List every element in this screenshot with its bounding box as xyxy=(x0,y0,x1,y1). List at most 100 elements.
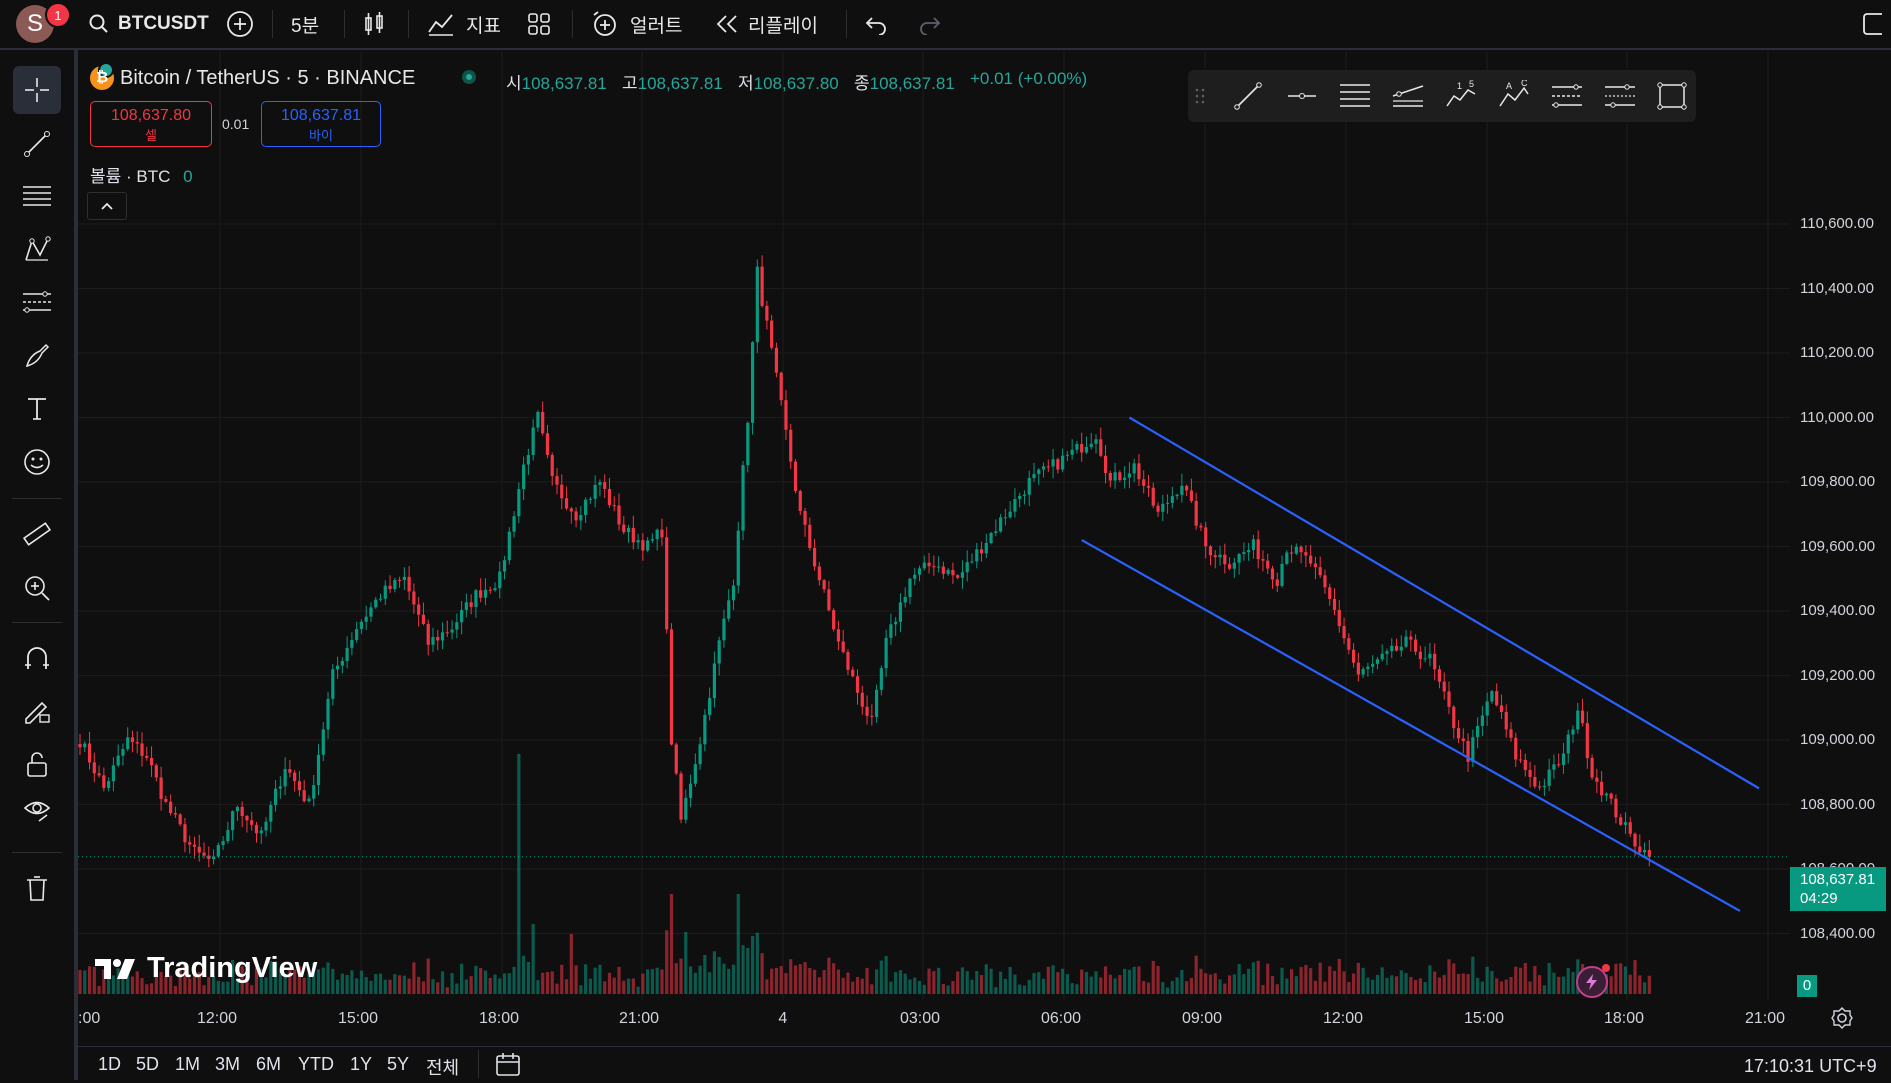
price-chart[interactable] xyxy=(78,52,1790,1000)
fav-fib-retracement[interactable] xyxy=(1335,76,1375,116)
drag-handle[interactable] xyxy=(1190,76,1210,116)
range-button-1d[interactable]: 1D xyxy=(98,1054,121,1075)
channel-lower-line[interactable] xyxy=(1081,539,1741,912)
collapse-legend-button[interactable] xyxy=(87,192,127,220)
candle-body xyxy=(1442,681,1446,692)
fib-tool[interactable] xyxy=(13,172,61,220)
volume-bar xyxy=(717,956,721,994)
price-scale[interactable] xyxy=(1790,52,1891,1000)
candle-body xyxy=(817,566,821,581)
candle-body xyxy=(1428,653,1432,659)
candle-body xyxy=(412,591,416,605)
interval-button[interactable]: 5분 xyxy=(291,0,319,48)
chart-settings-button[interactable] xyxy=(1830,1006,1854,1035)
crosshair-icon xyxy=(25,78,49,102)
fast-alert-button[interactable] xyxy=(1576,964,1610,998)
market-status-icon[interactable] xyxy=(462,70,476,84)
volume-bar xyxy=(1380,967,1384,994)
candle-body xyxy=(798,491,802,511)
candle-body xyxy=(841,641,845,652)
volume-bar xyxy=(584,964,588,994)
plus-circle-icon xyxy=(227,11,253,37)
fav-abcd-pattern[interactable]: AC xyxy=(1494,76,1534,116)
trendline-tool[interactable] xyxy=(13,120,61,168)
volume-bar xyxy=(1518,967,1523,994)
notification-badge: 1 xyxy=(45,2,71,28)
candle-body xyxy=(507,531,511,561)
volume-bar xyxy=(1046,966,1050,994)
brush-tool[interactable] xyxy=(13,332,61,380)
fav-trendline[interactable] xyxy=(1228,76,1268,116)
fav-horizontal-ray[interactable] xyxy=(1282,76,1322,116)
fav-projection[interactable] xyxy=(1547,76,1587,116)
candle-body xyxy=(1156,505,1160,512)
ohlc-high: 고108,637.81 xyxy=(622,74,723,93)
channel-upper-line[interactable] xyxy=(1128,416,1760,790)
candle-body xyxy=(789,429,793,462)
candle-body xyxy=(722,618,726,641)
range-button-5d[interactable]: 5D xyxy=(136,1054,159,1075)
fav-elliott-wave[interactable]: 15 xyxy=(1441,76,1481,116)
replay-button[interactable]: 리플레이 xyxy=(714,0,818,48)
candle-body xyxy=(1361,669,1365,675)
text-tool[interactable] xyxy=(13,384,61,432)
hide-drawings-tool[interactable] xyxy=(13,786,61,834)
volume-bar xyxy=(603,981,607,994)
range-button-전체[interactable]: 전체 xyxy=(426,1054,459,1080)
volume-bar xyxy=(1447,959,1451,994)
projection-tool[interactable] xyxy=(13,278,61,326)
candle-body xyxy=(335,665,340,670)
sell-label: 셀 xyxy=(145,128,157,143)
candle-body xyxy=(483,589,488,598)
time-tick-label: 15:00 xyxy=(1464,1010,1505,1027)
divider xyxy=(12,498,62,499)
volume-bar xyxy=(1132,966,1136,994)
volume-bar xyxy=(722,963,726,994)
candle-body xyxy=(731,585,736,601)
panel-toggle-button[interactable] xyxy=(1862,0,1882,48)
chart-type-button[interactable] xyxy=(360,0,388,48)
volume-legend[interactable]: 볼륨 · BTC 0 xyxy=(90,162,193,187)
volume-bar xyxy=(202,985,206,994)
volume-bar xyxy=(874,969,879,994)
goto-date-button[interactable] xyxy=(494,1050,522,1083)
gear-icon xyxy=(1831,1007,1853,1029)
symbol-search-button[interactable]: BTCUSDT xyxy=(88,0,209,48)
fav-rectangle[interactable] xyxy=(1652,76,1692,116)
symbol-title[interactable]: Bitcoin / TetherUS · 5 · BINANCE xyxy=(120,67,415,90)
crosshair-tool[interactable] xyxy=(13,66,61,114)
range-button-5y[interactable]: 5Y xyxy=(387,1054,409,1075)
volume-bar xyxy=(1123,968,1127,994)
range-button-6m[interactable]: 6M xyxy=(256,1054,281,1075)
alert-button[interactable]: 얼러트 xyxy=(590,0,682,48)
fav-parallel-channel[interactable] xyxy=(1388,76,1428,116)
magnet-tool[interactable] xyxy=(13,634,61,682)
redo-button[interactable] xyxy=(918,0,942,48)
zoom-tool[interactable] xyxy=(13,564,61,612)
candle-body xyxy=(703,714,707,745)
candle-body xyxy=(1013,499,1017,512)
compare-add-button[interactable] xyxy=(225,0,255,48)
volume-bar xyxy=(1423,982,1427,994)
indicators-button[interactable]: 지표 xyxy=(426,0,501,48)
range-button-1m[interactable]: 1M xyxy=(175,1054,200,1075)
lock-all-tool[interactable] xyxy=(13,740,61,788)
lock-drawings-tool[interactable] xyxy=(13,686,61,734)
delete-drawings-tool[interactable] xyxy=(13,864,61,912)
candle-body xyxy=(278,786,282,789)
clock-timezone[interactable]: 17:10:31 UTC+9 xyxy=(1744,1056,1877,1077)
measure-tool[interactable] xyxy=(13,510,61,558)
fav-price-range[interactable] xyxy=(1600,76,1640,116)
emoji-tool[interactable] xyxy=(13,438,61,486)
buy-button[interactable]: 108,637.81 바이 xyxy=(261,101,381,147)
volume-bar xyxy=(1261,985,1265,994)
range-button-ytd[interactable]: YTD xyxy=(298,1054,334,1075)
undo-button[interactable] xyxy=(864,0,888,48)
candle-body xyxy=(1571,729,1575,735)
sell-button[interactable]: 108,637.80 셀 xyxy=(90,101,212,147)
candle-body xyxy=(808,524,812,548)
pattern-tool[interactable] xyxy=(13,226,61,274)
range-button-3m[interactable]: 3M xyxy=(215,1054,240,1075)
layouts-button[interactable] xyxy=(526,0,552,48)
range-button-1y[interactable]: 1Y xyxy=(350,1054,372,1075)
